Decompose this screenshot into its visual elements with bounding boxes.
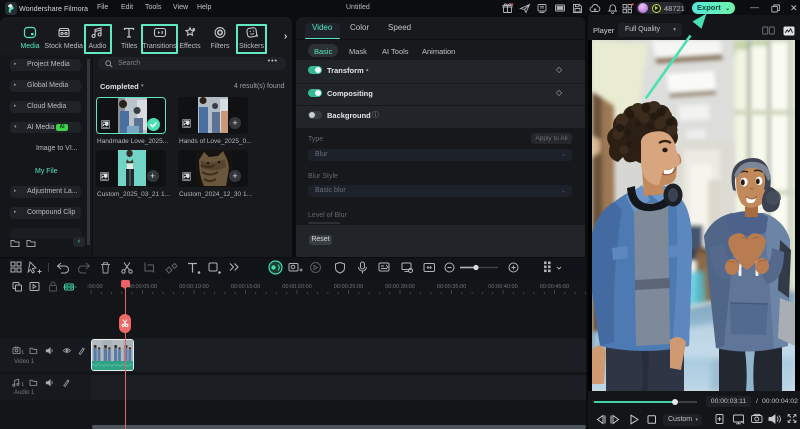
- svg-text:1: 1: [21, 350, 24, 355]
- svg-text:00:00:25:00: 00:00:25:00: [334, 284, 364, 290]
- svg-text:00:00:40:00: 00:00:40:00: [488, 284, 518, 290]
- svg-text:00:00:20:00: 00:00:20:00: [282, 284, 312, 290]
- svg-text:00:00:35:00: 00:00:35:00: [437, 284, 467, 290]
- svg-text::00:00: :00:00: [87, 284, 103, 290]
- svg-text:00:00:05:00: 00:00:05:00: [128, 284, 158, 290]
- svg-text:00:00:15:00: 00:00:15:00: [231, 284, 261, 290]
- svg-text:00:00:30:00: 00:00:30:00: [385, 284, 415, 290]
- svg-text:1: 1: [21, 382, 24, 387]
- svg-text:00:00:45:00: 00:00:45:00: [540, 284, 570, 290]
- svg-text:00:00:10:00: 00:00:10:00: [179, 284, 209, 290]
